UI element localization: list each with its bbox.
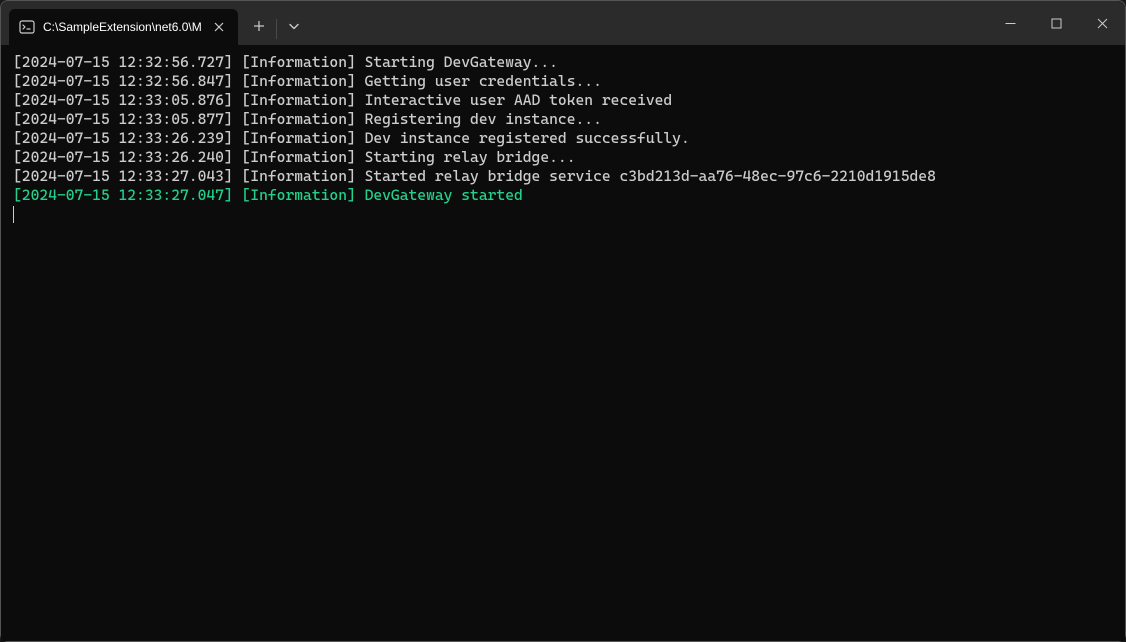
tab-title: C:\SampleExtension\net6.0\M (43, 20, 202, 34)
titlebar-drag-area[interactable] (311, 1, 987, 45)
maximize-button[interactable] (1033, 1, 1079, 45)
log-line: [2024-07-15 12:33:05.877] [Information] … (13, 110, 1113, 129)
terminal-content[interactable]: [2024-07-15 12:32:56.727] [Information] … (1, 45, 1125, 641)
window-controls (987, 1, 1125, 45)
cursor (13, 206, 14, 223)
terminal-icon (19, 19, 35, 35)
close-window-button[interactable] (1079, 1, 1125, 45)
log-line: [2024-07-15 12:33:27.043] [Information] … (13, 167, 1113, 186)
titlebar: C:\SampleExtension\net6.0\M (1, 1, 1125, 45)
tab-area: C:\SampleExtension\net6.0\M (1, 1, 238, 45)
log-line: [2024-07-15 12:33:27.047] [Information] … (13, 186, 1113, 205)
log-line: [2024-07-15 12:33:26.240] [Information] … (13, 148, 1113, 167)
cursor-line (13, 205, 1113, 224)
minimize-button[interactable] (987, 1, 1033, 45)
active-tab[interactable]: C:\SampleExtension\net6.0\M (9, 9, 238, 45)
tab-actions (238, 1, 311, 45)
tab-dropdown-button[interactable] (277, 9, 311, 43)
log-line: [2024-07-15 12:32:56.847] [Information] … (13, 72, 1113, 91)
tab-close-button[interactable] (210, 18, 228, 36)
log-line: [2024-07-15 12:33:26.239] [Information] … (13, 129, 1113, 148)
new-tab-button[interactable] (242, 9, 276, 43)
log-line: [2024-07-15 12:33:05.876] [Information] … (13, 91, 1113, 110)
log-line: [2024-07-15 12:32:56.727] [Information] … (13, 53, 1113, 72)
